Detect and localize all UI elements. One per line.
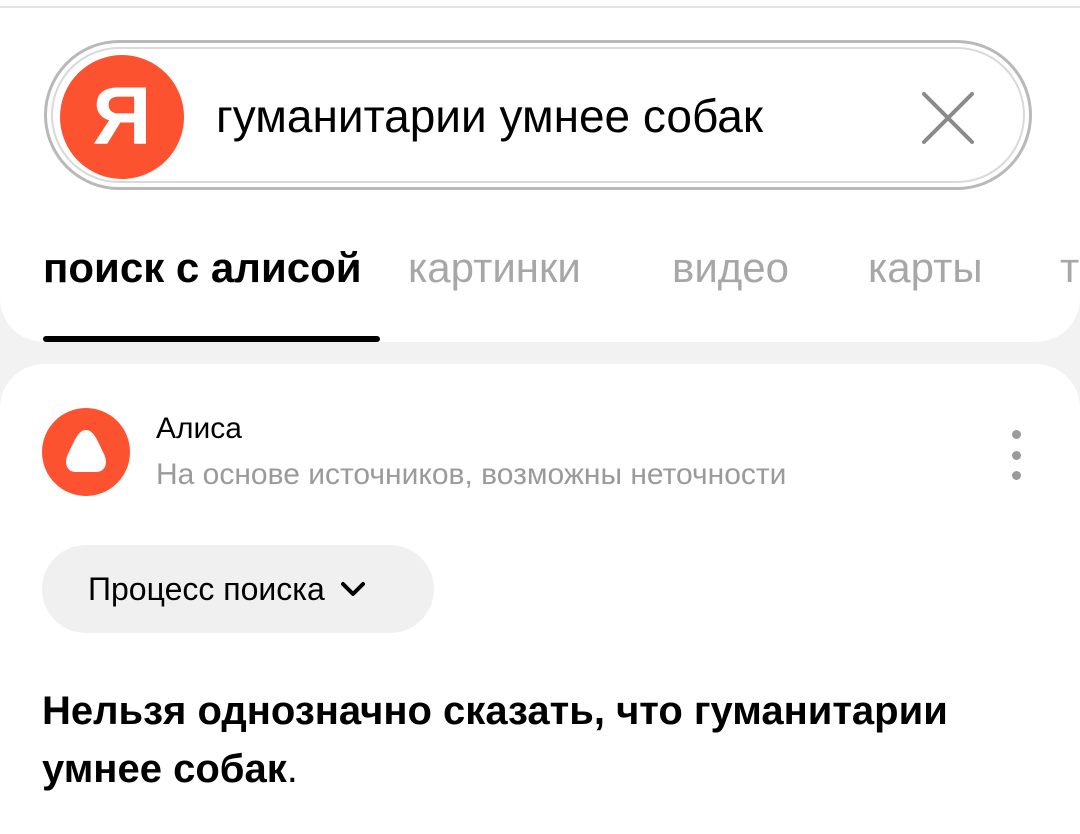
search-process-label: Процесс поиска	[88, 570, 325, 607]
search-query-text[interactable]: гуманитарии умнее собак	[216, 88, 763, 144]
tab-maps[interactable]: карты	[868, 242, 983, 294]
answer-period: .	[286, 747, 298, 791]
more-options-button[interactable]	[1000, 430, 1032, 480]
top-divider	[0, 0, 1080, 8]
close-icon	[922, 92, 974, 144]
tab-images[interactable]: картинки	[408, 242, 581, 294]
more-dots-icon	[1011, 430, 1021, 439]
tab-video[interactable]: видео	[672, 242, 789, 294]
search-tabs: поиск с алисой картинки видео карты т	[0, 230, 1080, 342]
active-tab-indicator	[43, 336, 380, 342]
tab-next[interactable]: т	[1060, 242, 1079, 294]
more-dots-icon	[1011, 450, 1021, 460]
answer-text: Нельзя однозначно сказать, что гуманитар…	[42, 682, 1052, 798]
search-process-button[interactable]: Процесс поиска	[42, 545, 434, 633]
tab-alice-search[interactable]: поиск с алисой	[43, 242, 362, 294]
source-name: Алиса	[156, 412, 242, 445]
alice-logo	[42, 408, 130, 496]
source-disclaimer: На основе источников, возможны неточност…	[156, 458, 787, 491]
more-dots-icon	[1011, 471, 1021, 480]
alice-icon	[42, 408, 130, 496]
chevron-down-icon	[340, 582, 365, 596]
clear-search-button[interactable]	[912, 84, 982, 154]
yandex-logo[interactable]: Я	[60, 55, 184, 179]
answer-sentence: Нельзя однозначно сказать, что гуманитар…	[42, 689, 948, 791]
